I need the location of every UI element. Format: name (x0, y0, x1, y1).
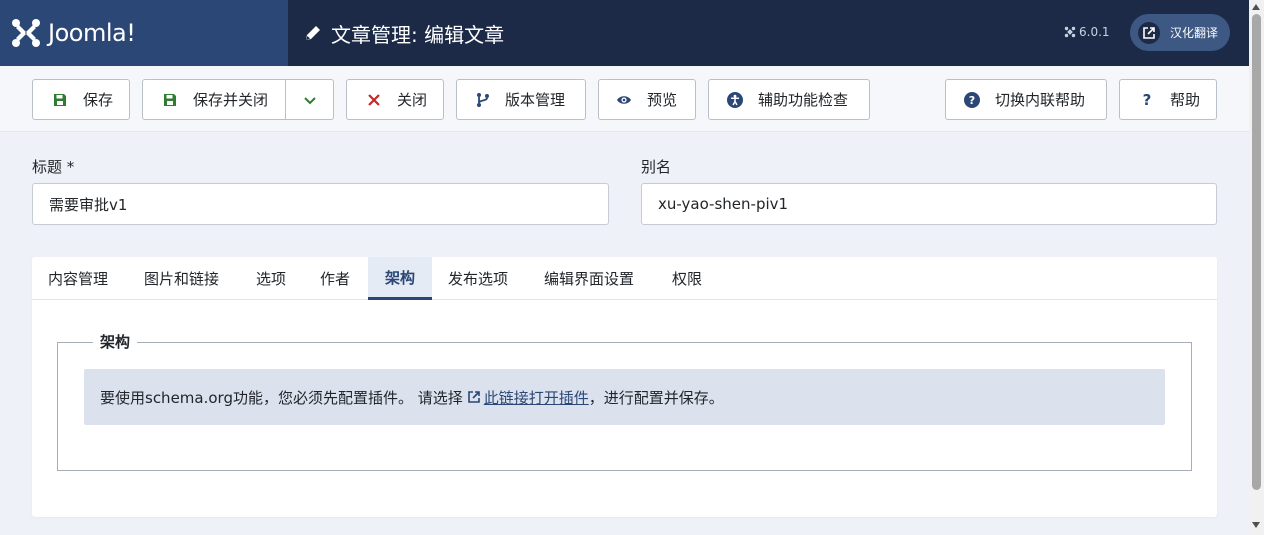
close-button[interactable]: 关闭 (346, 79, 444, 120)
save-close-button-group: 保存并关闭 (142, 79, 334, 120)
versions-label: 版本管理 (505, 91, 566, 109)
save-close-button[interactable]: 保存并关闭 (193, 89, 268, 110)
save-icon (162, 92, 178, 108)
toolbar: 保存 保存并关闭 关闭 版本管理 预览 辅助功能检查 ? 切换内联帮助 ? 帮助 (0, 66, 1249, 132)
scroll-down-arrow-icon[interactable] (1252, 522, 1260, 528)
toggle-inline-help-button[interactable]: ? 切换内联帮助 (945, 79, 1107, 120)
svg-text:?: ? (969, 94, 975, 107)
toggle-inline-help-label: 切换内联帮助 (995, 91, 1086, 109)
tab-bar: 内容管理 图片和链接 选项 作者 架构 发布选项 编辑界面设置 权限 (32, 257, 1217, 300)
title-label: 标题 * (32, 158, 75, 176)
open-plugin-link-text: 此链接打开插件 (483, 388, 589, 407)
header-bar: Joomla! 文章管理: 编辑文章 6.0.1 汉化翻译 (0, 0, 1249, 66)
chevron-down-icon (304, 96, 316, 104)
save-dropdown-toggle[interactable] (286, 80, 334, 119)
eye-icon (616, 92, 632, 108)
translate-label: 汉化翻译 (1170, 26, 1219, 40)
tab-content[interactable]: 内容管理 (48, 257, 108, 300)
article-tabs-panel: 内容管理 图片和链接 选项 作者 架构 发布选项 编辑界面设置 权限 架构 要使… (32, 257, 1217, 517)
alias-label: 别名 (641, 158, 672, 176)
title-input[interactable]: 需要审批v1 (32, 183, 609, 225)
preview-button[interactable]: 预览 (598, 79, 696, 120)
external-link-icon (467, 391, 480, 403)
page-title-area: 文章管理: 编辑文章 (303, 0, 504, 66)
tab-options[interactable]: 选项 (256, 257, 286, 300)
scroll-up-arrow-icon[interactable] (1252, 4, 1260, 10)
accessibility-label: 辅助功能检查 (758, 91, 849, 109)
question-icon: ? (1139, 92, 1155, 108)
save-icon (52, 92, 68, 108)
joomla-small-icon (1064, 26, 1076, 38)
accessibility-icon (727, 91, 743, 108)
svg-text:?: ? (1143, 92, 1152, 108)
preview-label: 预览 (647, 91, 678, 109)
alias-input[interactable]: xu-yao-shen-piv1 (641, 183, 1217, 225)
page-title: 文章管理: 编辑文章 (331, 22, 505, 47)
vertical-scrollbar[interactable] (1249, 0, 1264, 535)
schema-legend: 架构 (93, 331, 138, 352)
open-plugin-link[interactable]: 此链接打开插件 (467, 387, 589, 408)
schema-info-alert: 要使用schema.org功能，您必须先配置插件。 请选择 此链接打开插件 ，进… (84, 369, 1165, 425)
translate-button[interactable]: 汉化翻译 (1130, 14, 1230, 51)
accessibility-check-button[interactable]: 辅助功能检查 (708, 79, 870, 120)
close-icon (366, 92, 382, 108)
save-button[interactable]: 保存 (32, 79, 130, 120)
tab-permissions[interactable]: 权限 (672, 257, 702, 300)
scroll-thumb[interactable] (1252, 14, 1261, 490)
joomla-logo[interactable]: Joomla! (0, 0, 288, 66)
save-label: 保存 (83, 91, 114, 109)
version-badge: 6.0.1 (1064, 25, 1110, 39)
tab-schema[interactable]: 架构 (368, 257, 432, 300)
external-link-icon (1138, 21, 1160, 44)
help-label: 帮助 (1170, 91, 1201, 109)
alert-text-before: 要使用schema.org功能，您必须先配置插件。 请选择 (100, 388, 463, 407)
help-button[interactable]: ? 帮助 (1119, 79, 1217, 120)
branch-icon (475, 92, 491, 108)
alert-text-after: ，进行配置并保存。 (588, 388, 724, 407)
tab-author[interactable]: 作者 (320, 257, 350, 300)
tab-editor-config[interactable]: 编辑界面设置 (544, 257, 634, 300)
close-label: 关闭 (397, 91, 428, 109)
version-text: 6.0.1 (1079, 25, 1110, 39)
tab-publishing[interactable]: 发布选项 (448, 257, 508, 300)
schema-fieldset: 架构 要使用schema.org功能，您必须先配置插件。 请选择 此链接打开插件… (57, 331, 1192, 471)
joomla-logo-icon (12, 19, 40, 47)
logo-text: Joomla! (48, 19, 136, 47)
tab-images-links[interactable]: 图片和链接 (144, 257, 219, 300)
pencil-icon (306, 26, 320, 40)
question-circle-icon: ? (964, 91, 980, 108)
versions-button[interactable]: 版本管理 (456, 79, 586, 120)
